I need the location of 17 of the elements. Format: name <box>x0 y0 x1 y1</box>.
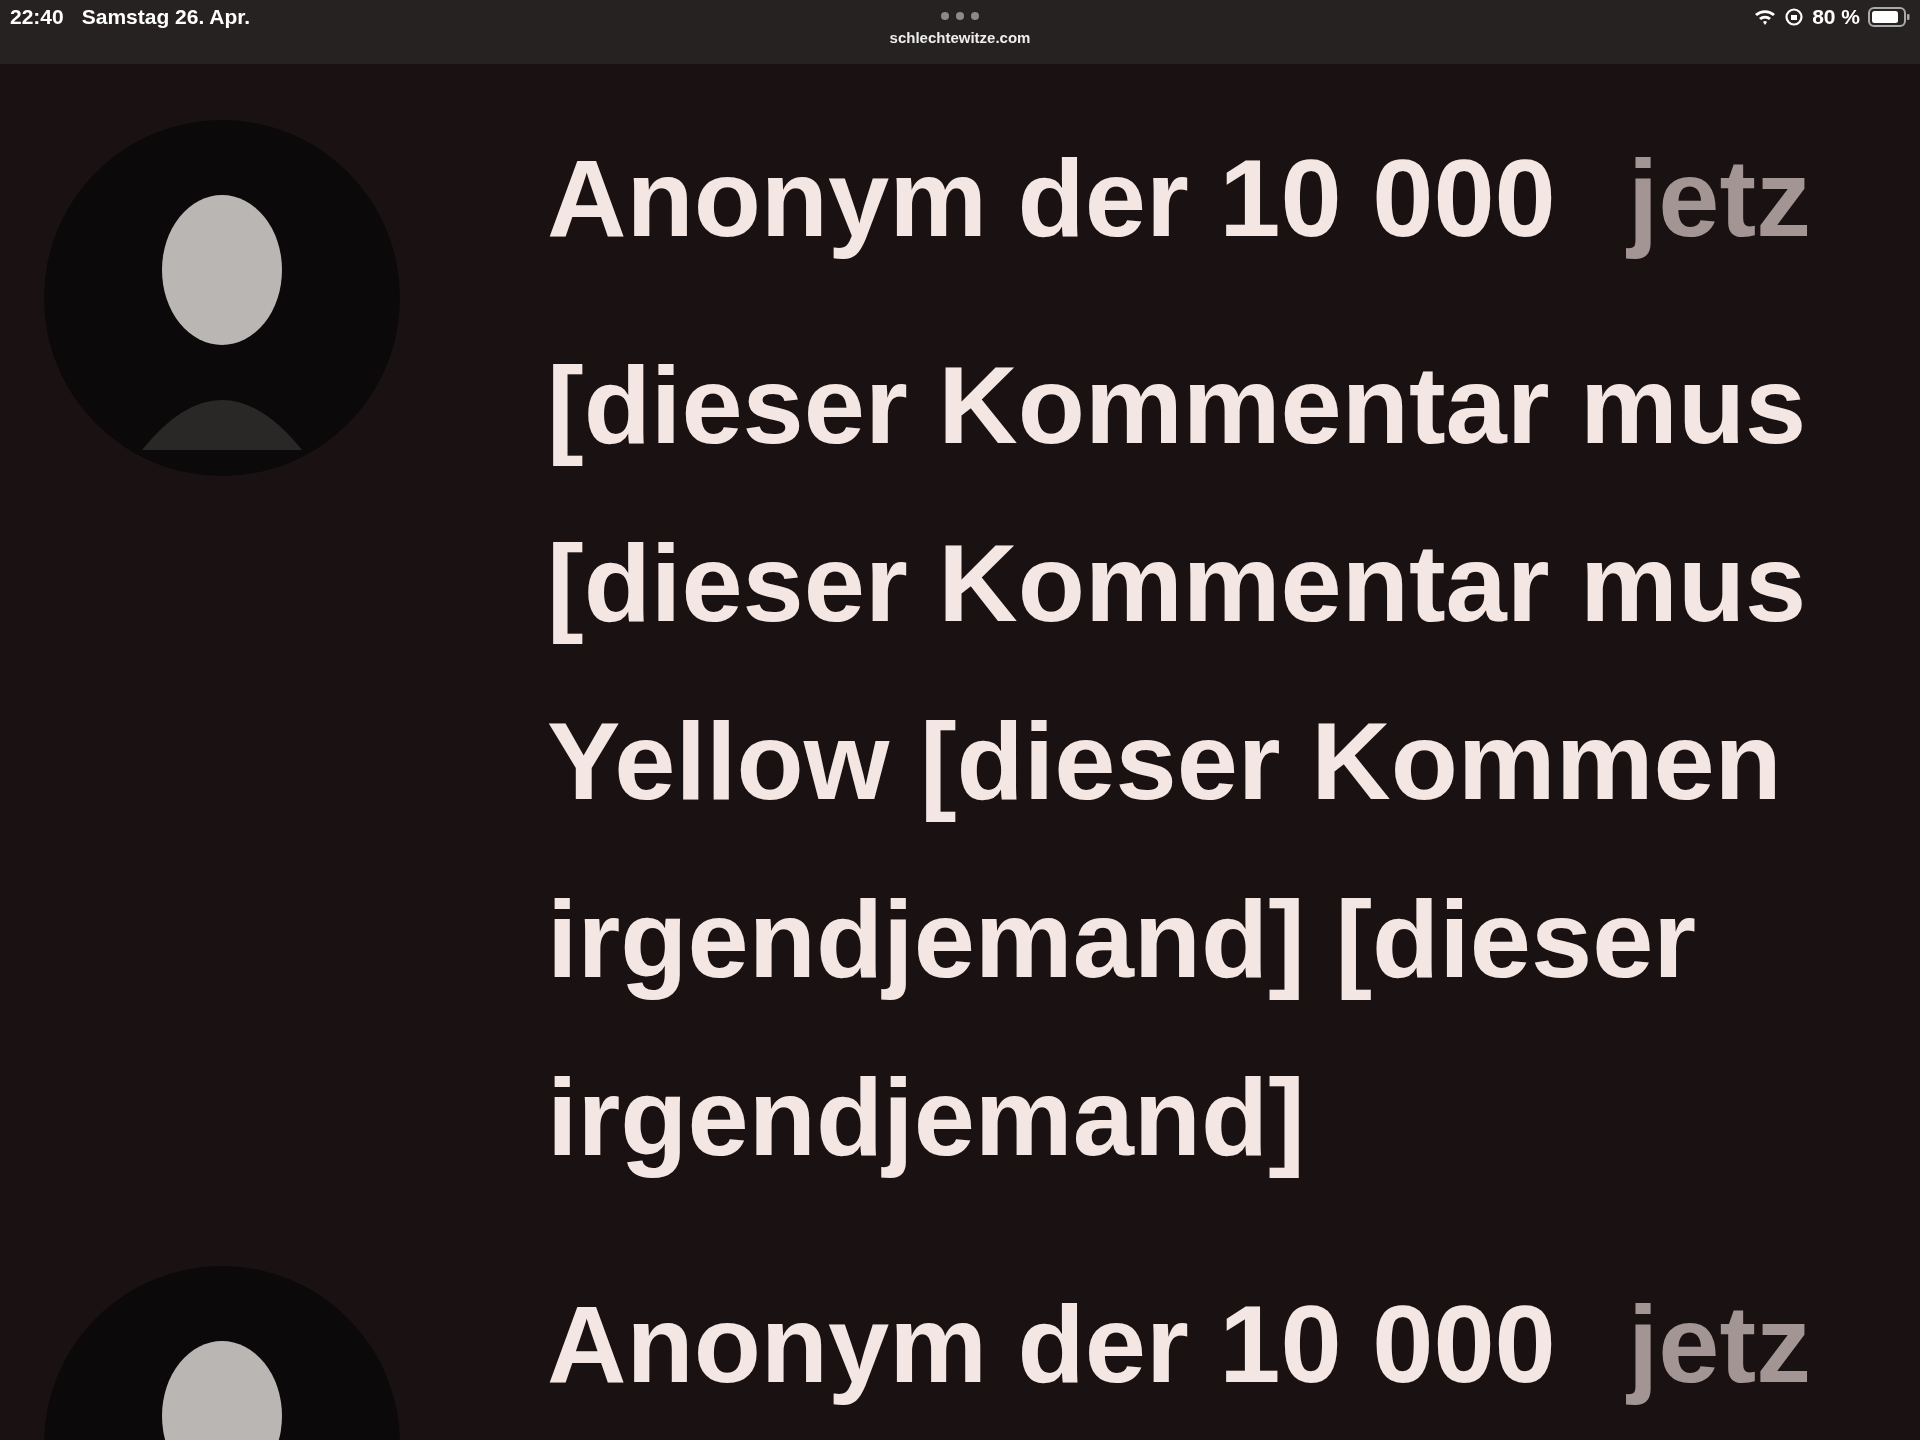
date: Samstag 26. Apr. <box>81 5 251 29</box>
comment-text: irgendjemand] <box>547 1054 1306 1180</box>
more-icon <box>940 11 980 21</box>
wifi-icon <box>1754 8 1777 26</box>
url-label[interactable]: schlechtewitze.com <box>889 29 1031 46</box>
author-name: Anonym der 10 000 <box>547 1284 1556 1404</box>
comment-text: Yellow [dieser Kommen <box>547 698 1783 824</box>
timestamp: jetz <box>1627 1284 1812 1404</box>
battery-icon <box>1868 6 1910 28</box>
comment-text: [dieser Kommentar mus <box>547 520 1808 646</box>
comment-text: irgendjemand] [dieser <box>547 876 1698 1002</box>
battery-percentage: 80 % <box>1812 5 1860 29</box>
timestamp: jetz <box>1627 138 1812 258</box>
rotation-lock-icon <box>1784 7 1805 27</box>
author-name: Anonym der 10 000 <box>547 138 1556 258</box>
clock: 22:40 <box>10 5 64 29</box>
comment-text: [dieser Kommentar mus <box>547 342 1808 468</box>
